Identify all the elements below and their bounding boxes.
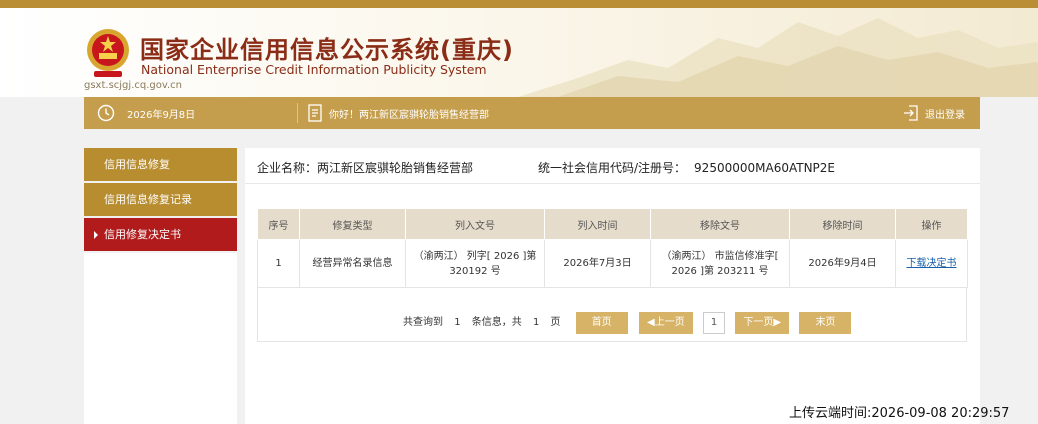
last-page-button[interactable]: 末页 xyxy=(799,312,852,334)
national-emblem-icon xyxy=(87,29,129,77)
main-panel: 企业名称：两江新区宸骐轮胎销售经营部 统一社会信用代码/注册号： 92500000… xyxy=(245,148,980,424)
upload-timestamp: 上传云端时间:2026-09-08 20:29:57 xyxy=(789,406,1010,421)
sidebar-filler xyxy=(84,253,237,424)
pager-text-middle: 条信息，共 xyxy=(471,317,522,328)
sidebar-item-repair-records[interactable]: 信用信息修复记录 xyxy=(84,183,237,216)
cell-type: 经营异常名录信息 xyxy=(299,239,406,288)
column-header-action: 操作 xyxy=(895,208,968,240)
sidebar-item-label: 信用信息修复记录 xyxy=(104,193,192,206)
site-title-english: National Enterprise Credit Information P… xyxy=(141,62,487,77)
pagination: 共查询到 1 条信息，共 1 页 首页 ◀上一页 1 下一页▶ 末页 xyxy=(403,312,852,334)
credit-code-label: 统一社会信用代码/注册号： xyxy=(538,161,687,175)
repair-decision-table: 序号 修复类型 列入文号 列入时间 移除文号 移除时间 操作 1 经营异常名录信… xyxy=(257,208,968,288)
column-header-list-time: 列入时间 xyxy=(544,208,651,240)
download-decision-link[interactable]: 下载决定书 xyxy=(907,258,957,269)
column-header-remove-time: 移除时间 xyxy=(789,208,896,240)
current-date: 2026年9月8日 xyxy=(127,110,196,121)
site-title: 国家企业信用信息公示系统(重庆) xyxy=(140,36,514,64)
site-url: gsxt.scjgj.cq.gov.cn xyxy=(84,80,183,91)
logout-link[interactable]: 退出登录 xyxy=(925,106,965,121)
mountain-illustration xyxy=(518,18,1038,97)
current-page-indicator[interactable]: 1 xyxy=(703,312,726,334)
sidebar: 信用信息修复 信用信息修复记录 信用修复决定书 xyxy=(84,148,237,424)
cell-action: 下载决定书 xyxy=(895,239,968,288)
top-accent-bar xyxy=(0,0,1038,8)
pager-text-prefix: 共查询到 xyxy=(403,317,443,328)
cell-index: 1 xyxy=(257,239,300,288)
column-header-index: 序号 xyxy=(257,208,300,240)
pager-page-count: 1 xyxy=(532,317,540,328)
credit-code-value: 92500000MA60ATNP2E xyxy=(694,161,835,175)
sidebar-item-label: 信用信息修复 xyxy=(104,158,170,171)
company-info-row: 企业名称：两江新区宸骐轮胎销售经营部 统一社会信用代码/注册号： 92500000… xyxy=(245,148,980,184)
credit-code: 统一社会信用代码/注册号： 92500000MA60ATNP2E xyxy=(538,159,835,176)
table-row: 1 经营异常名录信息 （渝两江） 列字[ 2026 ]第 320192 号 20… xyxy=(257,239,968,288)
first-page-button[interactable]: 首页 xyxy=(575,312,628,334)
sidebar-item-repair-decision[interactable]: 信用修复决定书 xyxy=(84,218,237,251)
next-page-button[interactable]: 下一页▶ xyxy=(735,312,790,334)
cell-remove-time: 2026年9月4日 xyxy=(789,239,896,288)
company-name: 企业名称：两江新区宸骐轮胎销售经营部 xyxy=(257,161,474,175)
cell-remove-doc: （渝两江） 市监信修准字[ 2026 ]第 203211 号 xyxy=(650,239,790,288)
cell-list-time: 2026年7月3日 xyxy=(544,239,651,288)
sidebar-item-credit-repair[interactable]: 信用信息修复 xyxy=(84,148,237,181)
table-header-row: 序号 修复类型 列入文号 列入时间 移除文号 移除时间 操作 xyxy=(257,208,968,240)
cell-list-doc: （渝两江） 列字[ 2026 ]第 320192 号 xyxy=(405,239,545,288)
caret-right-icon xyxy=(94,231,98,239)
site-header: 国家企业信用信息公示系统(重庆) National Enterprise Cre… xyxy=(0,8,1038,97)
pager-total-count: 1 xyxy=(454,317,461,328)
logout-icon[interactable] xyxy=(902,104,920,122)
prev-page-button[interactable]: ◀上一页 xyxy=(638,312,693,334)
column-header-remove-doc: 移除文号 xyxy=(650,208,790,240)
sidebar-item-label: 信用修复决定书 xyxy=(104,228,181,241)
clock-icon xyxy=(97,104,115,122)
user-greeting: 你好！两江新区宸骐轮胎销售经营部 xyxy=(329,110,489,121)
column-header-list-doc: 列入文号 xyxy=(405,208,545,240)
nav-divider xyxy=(297,103,298,123)
column-header-type: 修复类型 xyxy=(299,208,406,240)
nav-bar: 2026年9月8日 你好！两江新区宸骐轮胎销售经营部 退出登录 xyxy=(84,97,980,129)
user-document-icon xyxy=(308,104,322,122)
pager-text-suffix: 页 xyxy=(550,317,561,328)
